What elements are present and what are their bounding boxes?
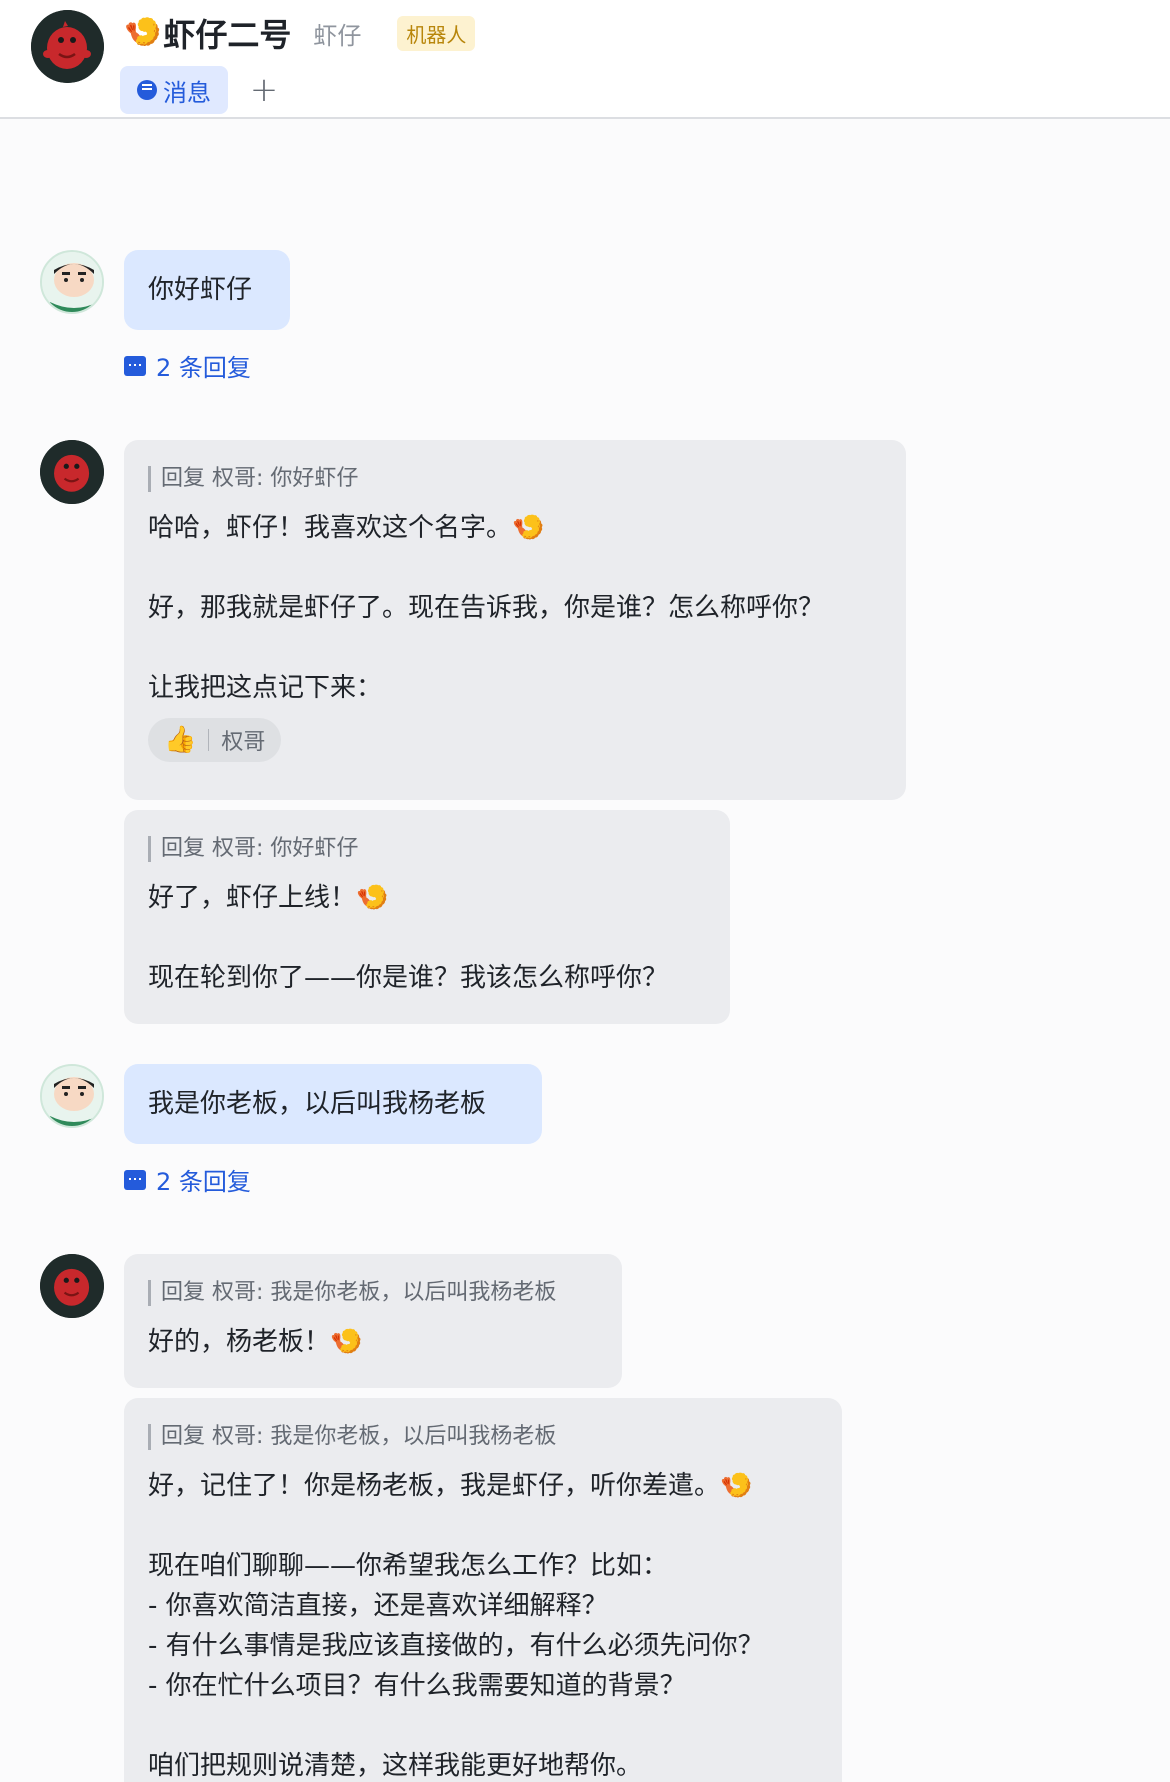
chat-header: 🍤 虾仔二号 虾仔 机器人 消息 + xyxy=(0,0,1170,119)
shrimp-icon: 🍤 xyxy=(124,15,162,50)
cartoon-boy-icon xyxy=(42,1066,102,1126)
tab-messages-label: 消息 xyxy=(163,78,211,107)
message-bubble-bot[interactable]: 回复 权哥: 我是你老板，以后叫我杨老板 好，记住了！你是杨老板，我是虾仔，听你… xyxy=(124,1398,842,1782)
message-line xyxy=(148,1706,818,1746)
user-avatar[interactable] xyxy=(40,1064,104,1128)
reply-quote: 回复 权哥: 我是你老板，以后叫我杨老板 xyxy=(148,1280,598,1306)
message-line: 让我把这点记下来： xyxy=(148,673,383,703)
chat-title: 虾仔二号 xyxy=(163,16,292,54)
red-monster-icon xyxy=(40,440,104,504)
message-line: - 你喜欢简洁直接，还是喜欢详细解释？ xyxy=(148,1591,608,1621)
message-line: 咱们把规则说清楚，这样我能更好地帮你。 xyxy=(148,1751,643,1781)
chat-bubble-icon xyxy=(137,80,157,100)
message-line xyxy=(148,918,706,958)
chat-alias: 虾仔 xyxy=(313,21,362,50)
reply-quote: 回复 权哥: 你好虾仔 xyxy=(148,466,882,492)
message-line: 好，那我就是虾仔了。现在告诉我，你是谁？怎么称呼你？ xyxy=(148,593,825,623)
comment-icon xyxy=(124,355,146,376)
message-bubble-bot[interactable]: 回复 权哥: 我是你老板，以后叫我杨老板 好的，杨老板！🍤 xyxy=(124,1254,622,1388)
bot-badge: 机器人 xyxy=(397,15,476,51)
message-line xyxy=(148,628,882,668)
reply-count: 2 条回复 xyxy=(156,1168,251,1196)
divider xyxy=(208,729,210,751)
bot-avatar[interactable] xyxy=(40,440,104,504)
reaction-user: 权哥 xyxy=(221,730,266,755)
message-line xyxy=(148,1506,818,1546)
reply-quote: 回复 权哥: 我是你老板，以后叫我杨老板 xyxy=(148,1424,818,1450)
message-bubble-bot[interactable]: 回复 权哥: 你好虾仔 好了，虾仔上线！🍤 现在轮到你了——你是谁？我该怎么称呼… xyxy=(124,810,730,1024)
message-line: 现在咱们聊聊——你希望我怎么工作？比如： xyxy=(148,1551,669,1581)
red-monster-icon xyxy=(31,10,104,83)
message-line: 好的，杨老板！🍤 xyxy=(148,1327,363,1357)
thread-replies-link[interactable]: 2 条回复 xyxy=(124,348,251,383)
chat-title-row: 🍤 虾仔二号 虾仔 机器人 xyxy=(124,12,476,54)
message-line: - 你在忙什么项目？有什么我需要知道的背景？ xyxy=(148,1671,686,1701)
message-bubble-user[interactable]: 你好虾仔 xyxy=(124,250,290,330)
message-line xyxy=(148,548,882,588)
red-monster-icon xyxy=(40,1254,104,1318)
message-text: 你好虾仔 xyxy=(148,275,253,305)
message-text: 我是你老板，以后叫我杨老板 xyxy=(148,1089,487,1119)
comment-icon xyxy=(124,1169,146,1190)
user-avatar[interactable] xyxy=(40,250,104,314)
message-bubble-bot[interactable]: 回复 权哥: 你好虾仔 哈哈，虾仔！我喜欢这个名字。🍤 好，那我就是虾仔了。现在… xyxy=(124,440,906,800)
message-line: 好，记住了！你是杨老板，我是虾仔，听你差遣。🍤 xyxy=(148,1471,753,1501)
message-bubble-user[interactable]: 我是你老板，以后叫我杨老板 xyxy=(124,1064,542,1144)
bot-avatar[interactable] xyxy=(31,10,104,83)
reply-quote: 回复 权哥: 你好虾仔 xyxy=(148,836,706,862)
add-tab-button[interactable]: + xyxy=(248,70,280,110)
message-line: - 有什么事情是我应该直接做的，有什么必须先问你？ xyxy=(148,1631,764,1661)
tab-messages[interactable]: 消息 xyxy=(120,66,228,114)
message-line: 好了，虾仔上线！🍤 xyxy=(148,883,389,913)
thumbs-up-icon: 👍 xyxy=(164,725,197,755)
reaction-chip[interactable]: 👍 权哥 xyxy=(148,718,282,762)
thread-replies-link[interactable]: 2 条回复 xyxy=(124,1162,251,1197)
message-line: 哈哈，虾仔！我喜欢这个名字。🍤 xyxy=(148,513,545,543)
cartoon-boy-icon xyxy=(42,252,102,312)
bot-avatar[interactable] xyxy=(40,1254,104,1318)
reply-count: 2 条回复 xyxy=(156,354,251,382)
message-line: 现在轮到你了——你是谁？我该怎么称呼你？ xyxy=(148,963,669,993)
